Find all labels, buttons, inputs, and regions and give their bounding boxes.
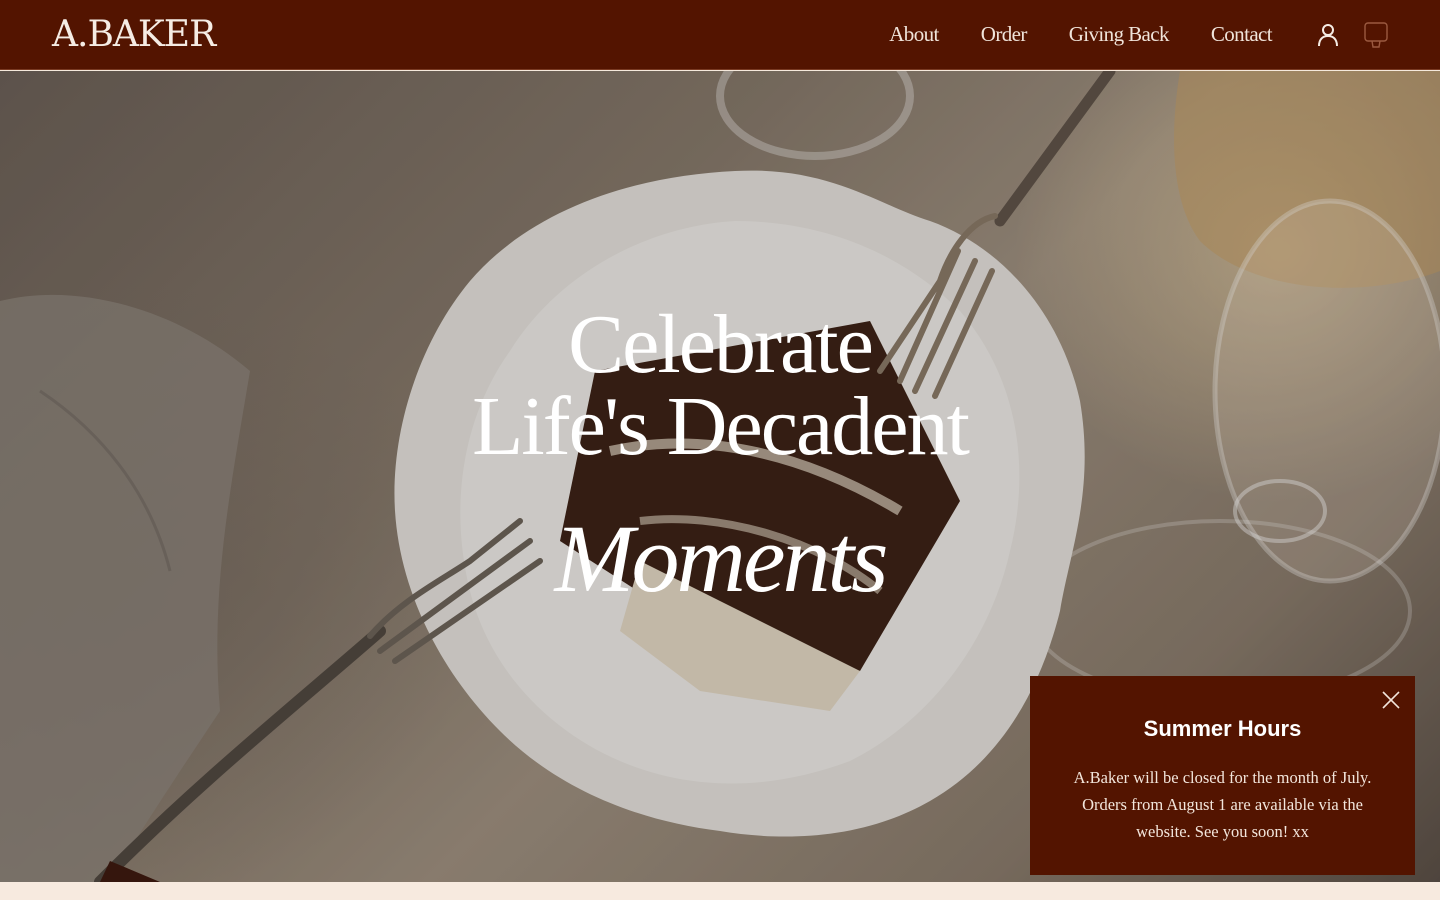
logo[interactable]: A.BAKER [52, 14, 216, 55]
nav-order[interactable]: Order [981, 22, 1028, 47]
popup-title: Summer Hours [1143, 716, 1302, 741]
hero-heading-line-1: Celebrate [568, 298, 874, 391]
main-nav: About Order Giving Back Contact [889, 21, 1390, 49]
popup-body: A.Baker will be closed for the month of … [1073, 768, 1372, 841]
user-icon[interactable] [1314, 21, 1342, 49]
close-icon[interactable] [1381, 690, 1401, 710]
hero-script-word: Moments [554, 505, 889, 612]
next-section-edge [0, 882, 1440, 900]
summer-hours-popup: Summer Hours A.Baker will be closed for … [1030, 676, 1415, 875]
hero-heading: Celebrate Life's Decadent [0, 298, 1440, 473]
shopping-bag-icon[interactable] [1362, 21, 1390, 49]
nav-about[interactable]: About [889, 22, 939, 47]
nav-contact[interactable]: Contact [1211, 22, 1273, 47]
nav-giving-back[interactable]: Giving Back [1069, 22, 1170, 47]
site-header: A.BAKER About Order Giving Back Contact [0, 0, 1440, 70]
hero-heading-line-2: Life's Decadent [472, 380, 970, 473]
